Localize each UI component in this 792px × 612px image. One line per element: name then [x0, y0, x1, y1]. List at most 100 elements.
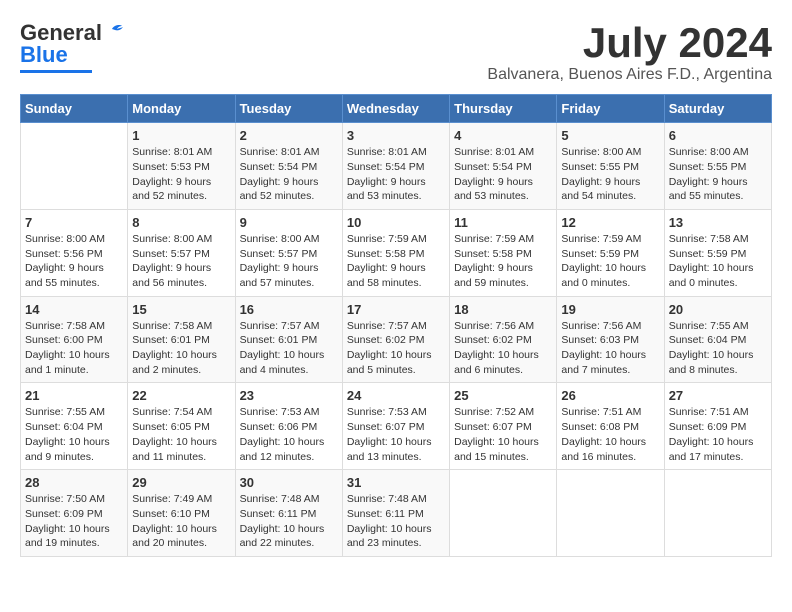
col-saturday: Saturday: [664, 95, 771, 123]
table-row: 4Sunrise: 8:01 AM Sunset: 5:54 PM Daylig…: [450, 123, 557, 210]
table-row: [557, 470, 664, 557]
table-row: 13 Sunrise: 7:58 AM Sunset: 5:59 PM Dayli…: [664, 209, 771, 296]
calendar-week-row: 21Sunrise: 7:55 AM Sunset: 6:04 PM Dayli…: [21, 383, 772, 470]
day-info: Sunrise: 7:55 AM Sunset: 6:04 PM Dayligh…: [669, 319, 767, 378]
logo: General Blue: [20, 20, 124, 73]
table-row: 12Sunrise: 7:59 AM Sunset: 5:59 PM Dayli…: [557, 209, 664, 296]
col-thursday: Thursday: [450, 95, 557, 123]
day-number: 25: [454, 388, 552, 403]
day-number: 22: [132, 388, 230, 403]
table-row: 17Sunrise: 7:57 AM Sunset: 6:02 PM Dayli…: [342, 296, 449, 383]
table-row: 31 Sunrise: 7:48 AM Sunset: 6:11 PM Dayli…: [342, 470, 449, 557]
day-info: Sunrise: 8:01 AM Sunset: 5:54 PM Dayligh…: [347, 145, 445, 204]
day-number: 30: [240, 475, 338, 490]
logo-underline: [20, 70, 92, 73]
day-info: Sunrise: 7:48 AM Sunset: 6:11 PM Dayligh…: [347, 492, 445, 551]
day-number: 14: [25, 302, 123, 317]
day-number: 17: [347, 302, 445, 317]
day-info: Sunrise: 7:52 AM Sunset: 6:07 PM Dayligh…: [454, 405, 552, 464]
table-row: 11 Sunrise: 7:59 AM Sunset: 5:58 PM Dayli…: [450, 209, 557, 296]
calendar-week-row: 1 Sunrise: 8:01 AM Sunset: 5:53 PM Daylig…: [21, 123, 772, 210]
table-row: [21, 123, 128, 210]
day-number: 2: [240, 128, 338, 143]
table-row: 23 Sunrise: 7:53 AM Sunset: 6:06 PM Dayli…: [235, 383, 342, 470]
table-row: 8 Sunrise: 8:00 AM Sunset: 5:57 PM Daylig…: [128, 209, 235, 296]
table-row: 25 Sunrise: 7:52 AM Sunset: 6:07 PM Dayli…: [450, 383, 557, 470]
table-row: [450, 470, 557, 557]
day-number: 31: [347, 475, 445, 490]
day-info: Sunrise: 7:54 AM Sunset: 6:05 PM Dayligh…: [132, 405, 230, 464]
table-row: 22 Sunrise: 7:54 AM Sunset: 6:05 PM Dayli…: [128, 383, 235, 470]
table-row: 15 Sunrise: 7:58 AM Sunset: 6:01 PM Dayli…: [128, 296, 235, 383]
day-info: Sunrise: 7:49 AM Sunset: 6:10 PM Dayligh…: [132, 492, 230, 551]
day-number: 12: [561, 215, 659, 230]
table-row: 26 Sunrise: 7:51 AM Sunset: 6:08 PM Dayli…: [557, 383, 664, 470]
day-info: Sunrise: 8:00 AM Sunset: 5:57 PM Dayligh…: [132, 232, 230, 291]
calendar-week-row: 7 Sunrise: 8:00 AM Sunset: 5:56 PM Daylig…: [21, 209, 772, 296]
table-row: 1 Sunrise: 8:01 AM Sunset: 5:53 PM Daylig…: [128, 123, 235, 210]
table-row: 3 Sunrise: 8:01 AM Sunset: 5:54 PM Daylig…: [342, 123, 449, 210]
day-info: Sunrise: 8:00 AM Sunset: 5:57 PM Dayligh…: [240, 232, 338, 291]
day-number: 15: [132, 302, 230, 317]
day-info: Sunrise: 7:51 AM Sunset: 6:08 PM Dayligh…: [561, 405, 659, 464]
day-info: Sunrise: 8:00 AM Sunset: 5:56 PM Dayligh…: [25, 232, 123, 291]
table-row: 18Sunrise: 7:56 AM Sunset: 6:02 PM Dayli…: [450, 296, 557, 383]
calendar-header-row: Sunday Monday Tuesday Wednesday Thursday…: [21, 95, 772, 123]
month-title: July 2024: [487, 20, 772, 66]
day-info: Sunrise: 7:56 AM Sunset: 6:02 PM Dayligh…: [454, 319, 552, 378]
table-row: 5Sunrise: 8:00 AM Sunset: 5:55 PM Daylig…: [557, 123, 664, 210]
day-info: Sunrise: 7:50 AM Sunset: 6:09 PM Dayligh…: [25, 492, 123, 551]
day-info: Sunrise: 7:59 AM Sunset: 5:58 PM Dayligh…: [347, 232, 445, 291]
day-info: Sunrise: 7:57 AM Sunset: 6:01 PM Dayligh…: [240, 319, 338, 378]
day-info: Sunrise: 7:58 AM Sunset: 5:59 PM Dayligh…: [669, 232, 767, 291]
table-row: 6Sunrise: 8:00 AM Sunset: 5:55 PM Daylig…: [664, 123, 771, 210]
day-number: 9: [240, 215, 338, 230]
day-info: Sunrise: 8:01 AM Sunset: 5:53 PM Dayligh…: [132, 145, 230, 204]
day-number: 26: [561, 388, 659, 403]
day-number: 7: [25, 215, 123, 230]
day-info: Sunrise: 7:58 AM Sunset: 6:01 PM Dayligh…: [132, 319, 230, 378]
day-info: Sunrise: 7:58 AM Sunset: 6:00 PM Dayligh…: [25, 319, 123, 378]
day-number: 1: [132, 128, 230, 143]
col-monday: Monday: [128, 95, 235, 123]
table-row: 21Sunrise: 7:55 AM Sunset: 6:04 PM Dayli…: [21, 383, 128, 470]
table-row: 9 Sunrise: 8:00 AM Sunset: 5:57 PM Daylig…: [235, 209, 342, 296]
calendar-table: Sunday Monday Tuesday Wednesday Thursday…: [20, 94, 772, 557]
table-row: 29 Sunrise: 7:49 AM Sunset: 6:10 PM Dayli…: [128, 470, 235, 557]
table-row: 30Sunrise: 7:48 AM Sunset: 6:11 PM Dayli…: [235, 470, 342, 557]
logo-bird-icon: [106, 21, 124, 39]
day-number: 27: [669, 388, 767, 403]
day-number: 5: [561, 128, 659, 143]
day-number: 23: [240, 388, 338, 403]
day-info: Sunrise: 7:51 AM Sunset: 6:09 PM Dayligh…: [669, 405, 767, 464]
title-block: July 2024 Balvanera, Buenos Aires F.D., …: [487, 20, 772, 84]
day-number: 11: [454, 215, 552, 230]
day-info: Sunrise: 7:59 AM Sunset: 5:58 PM Dayligh…: [454, 232, 552, 291]
day-info: Sunrise: 8:01 AM Sunset: 5:54 PM Dayligh…: [240, 145, 338, 204]
table-row: 14 Sunrise: 7:58 AM Sunset: 6:00 PM Dayli…: [21, 296, 128, 383]
table-row: 24Sunrise: 7:53 AM Sunset: 6:07 PM Dayli…: [342, 383, 449, 470]
table-row: 20Sunrise: 7:55 AM Sunset: 6:04 PM Dayli…: [664, 296, 771, 383]
day-number: 3: [347, 128, 445, 143]
location-subtitle: Balvanera, Buenos Aires F.D., Argentina: [487, 66, 772, 84]
col-sunday: Sunday: [21, 95, 128, 123]
col-friday: Friday: [557, 95, 664, 123]
day-info: Sunrise: 7:55 AM Sunset: 6:04 PM Dayligh…: [25, 405, 123, 464]
table-row: 2 Sunrise: 8:01 AM Sunset: 5:54 PM Daylig…: [235, 123, 342, 210]
table-row: 19 Sunrise: 7:56 AM Sunset: 6:03 PM Dayli…: [557, 296, 664, 383]
table-row: 7 Sunrise: 8:00 AM Sunset: 5:56 PM Daylig…: [21, 209, 128, 296]
table-row: 27 Sunrise: 7:51 AM Sunset: 6:09 PM Dayli…: [664, 383, 771, 470]
day-number: 4: [454, 128, 552, 143]
table-row: 10Sunrise: 7:59 AM Sunset: 5:58 PM Dayli…: [342, 209, 449, 296]
logo-blue: Blue: [20, 42, 68, 68]
day-info: Sunrise: 8:00 AM Sunset: 5:55 PM Dayligh…: [669, 145, 767, 204]
day-info: Sunrise: 7:53 AM Sunset: 6:07 PM Dayligh…: [347, 405, 445, 464]
day-info: Sunrise: 7:56 AM Sunset: 6:03 PM Dayligh…: [561, 319, 659, 378]
day-number: 8: [132, 215, 230, 230]
day-number: 19: [561, 302, 659, 317]
calendar-week-row: 14 Sunrise: 7:58 AM Sunset: 6:00 PM Dayli…: [21, 296, 772, 383]
table-row: [664, 470, 771, 557]
day-number: 13: [669, 215, 767, 230]
day-number: 29: [132, 475, 230, 490]
day-info: Sunrise: 7:53 AM Sunset: 6:06 PM Dayligh…: [240, 405, 338, 464]
